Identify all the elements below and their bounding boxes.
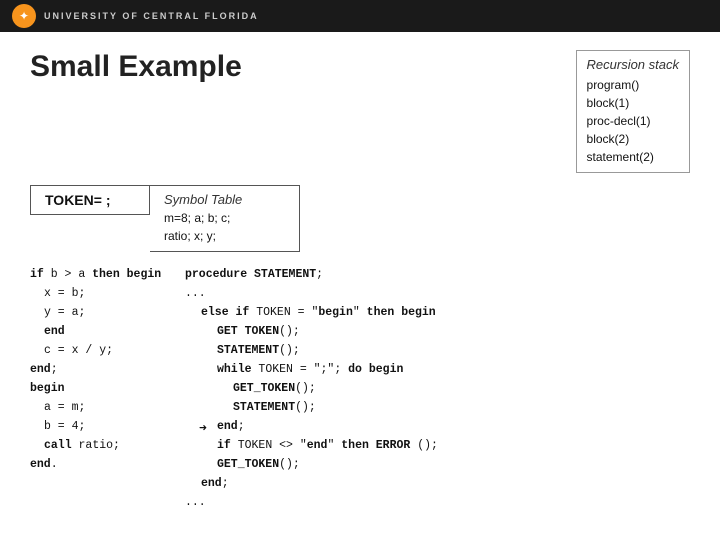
symbol-table-line: m=8; a; b; c; bbox=[164, 209, 285, 227]
token-symbol-row: TOKEN= ; Symbol Table m=8; a; b; c;ratio… bbox=[30, 185, 690, 252]
code-line: STATEMENT(); bbox=[217, 342, 690, 361]
slide-title: Small Example bbox=[30, 50, 242, 84]
symbol-table-content: m=8; a; b; c;ratio; x; y; bbox=[164, 209, 285, 245]
code-line: procedure STATEMENT; bbox=[185, 266, 690, 285]
header-bar: ✦ UNIVERSITY OF CENTRAL FLORIDA bbox=[0, 0, 720, 32]
code-line: while TOKEN = ";"; do begin bbox=[217, 361, 690, 380]
code-line: STATEMENT(); bbox=[233, 399, 690, 418]
ucf-text: UNIVERSITY OF CENTRAL FLORIDA bbox=[44, 11, 259, 21]
code-line: ➜end; bbox=[217, 418, 690, 437]
symbol-table-title: Symbol Table bbox=[164, 192, 285, 207]
code-line: GET TOKEN(); bbox=[217, 323, 690, 342]
slide-content: Small Example Recursion stack program()b… bbox=[0, 32, 720, 540]
arrow-indicator: ➜ bbox=[199, 418, 207, 439]
code-line: y = a; bbox=[44, 304, 175, 323]
code-line: if TOKEN <> "end" then ERROR (); bbox=[217, 437, 690, 456]
code-line: call ratio; bbox=[44, 437, 175, 456]
code-line: if b > a then begin bbox=[30, 266, 175, 285]
code-line: c = x / y; bbox=[44, 342, 175, 361]
token-box: TOKEN= ; bbox=[30, 185, 150, 215]
left-code: if b > a then beginx = b;y = a;endc = x … bbox=[30, 266, 185, 475]
code-line: else if TOKEN = "begin" then begin bbox=[201, 304, 690, 323]
recursion-stack-item: block(2) bbox=[587, 130, 679, 148]
lower-content: if b > a then beginx = b;y = a;endc = x … bbox=[30, 266, 690, 513]
code-line: end. bbox=[30, 456, 175, 475]
right-code: procedure STATEMENT;...else if TOKEN = "… bbox=[185, 266, 690, 513]
recursion-stack-item: statement(2) bbox=[587, 148, 679, 166]
recursion-stack-title: Recursion stack bbox=[587, 57, 679, 72]
ucf-logo: ✦ UNIVERSITY OF CENTRAL FLORIDA bbox=[12, 4, 259, 28]
code-line: end bbox=[44, 323, 175, 342]
recursion-stack: Recursion stack program()block(1)proc-de… bbox=[576, 50, 690, 173]
recursion-stack-items: program()block(1)proc-decl(1)block(2)sta… bbox=[587, 76, 679, 166]
code-line: ... bbox=[185, 285, 690, 304]
recursion-stack-item: proc-decl(1) bbox=[587, 112, 679, 130]
title-row: Small Example Recursion stack program()b… bbox=[30, 50, 690, 173]
code-line: begin bbox=[30, 380, 175, 399]
symbol-table-box: Symbol Table m=8; a; b; c;ratio; x; y; bbox=[150, 185, 300, 252]
symbol-table-line: ratio; x; y; bbox=[164, 227, 285, 245]
code-line: ... bbox=[185, 494, 690, 513]
code-line: b = 4; bbox=[44, 418, 175, 437]
code-line: GET_TOKEN(); bbox=[217, 456, 690, 475]
slide-area: Small Example Recursion stack program()b… bbox=[0, 32, 720, 540]
recursion-stack-item: program() bbox=[587, 76, 679, 94]
code-line: end; bbox=[30, 361, 175, 380]
code-line: GET_TOKEN(); bbox=[233, 380, 690, 399]
pegasus-icon: ✦ bbox=[12, 4, 36, 28]
code-line: a = m; bbox=[44, 399, 175, 418]
code-line: x = b; bbox=[44, 285, 175, 304]
recursion-stack-item: block(1) bbox=[587, 94, 679, 112]
code-line: end; bbox=[201, 475, 690, 494]
